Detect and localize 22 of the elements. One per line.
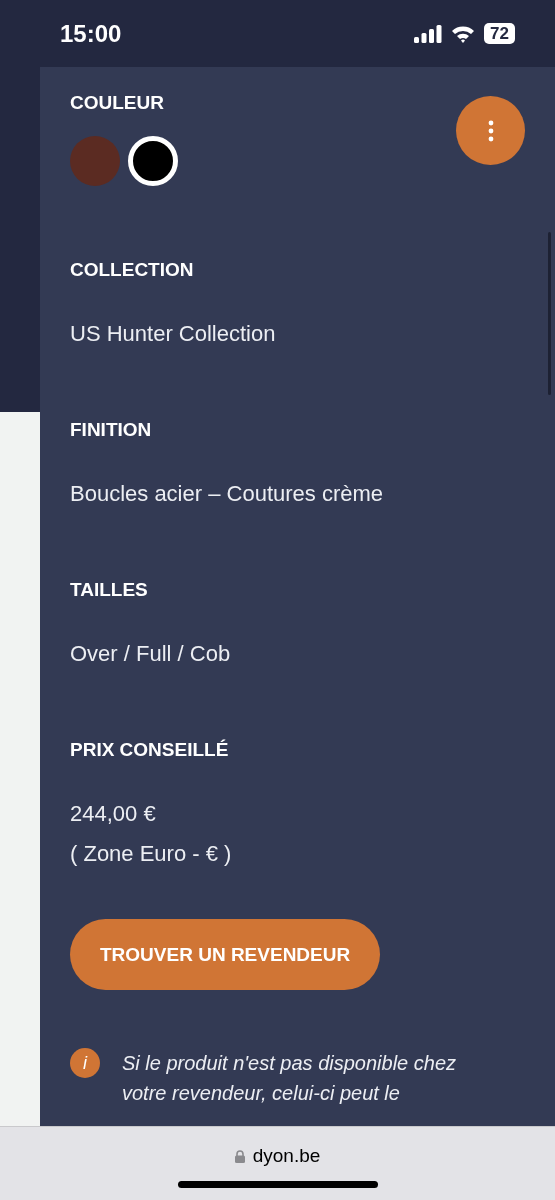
section-title: COULEUR	[70, 92, 165, 114]
section-value: US Hunter Collection	[70, 321, 277, 347]
battery-indicator: 72	[484, 23, 515, 44]
url-text: dyon.be	[252, 1145, 321, 1167]
color-swatch[interactable]	[128, 136, 178, 186]
status-time: 15:00	[60, 19, 122, 48]
info-icon: i	[70, 1048, 100, 1078]
signal-icon	[414, 24, 443, 43]
section-title: PRIX CONSEILLÉ	[70, 739, 230, 761]
section-title: COLLECTION	[70, 259, 195, 281]
info-text: Si le produit n'est pas disponible chez votre revendeur, celui-ci peut le	[122, 1051, 458, 1106]
section-value: Over / Full / Cob	[70, 641, 232, 667]
color-swatch[interactable]	[70, 136, 120, 186]
lock-icon	[234, 1149, 245, 1163]
wifi-icon	[451, 24, 476, 43]
more-icon	[487, 119, 494, 142]
section-value: 244,00 €	[70, 801, 157, 827]
find-dealer-button[interactable]: TROUVER UN REVENDEUR	[70, 919, 381, 990]
section-value: Boucles acier – Coutures crème	[70, 481, 385, 507]
section-value: ( Zone Euro - € )	[70, 841, 233, 867]
section-title: FINITION	[70, 419, 153, 441]
section-title: TAILLES	[70, 579, 149, 601]
